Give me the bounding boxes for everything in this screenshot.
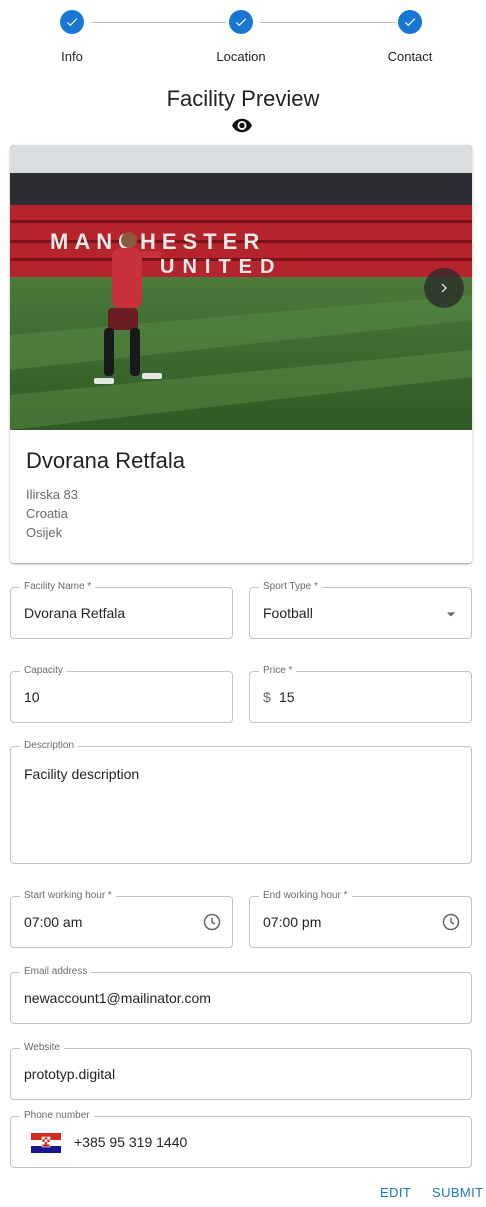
check-icon (398, 10, 422, 34)
field-value: 07:00 am (24, 914, 83, 930)
field-value: Football (263, 605, 313, 621)
clock-icon[interactable] (441, 912, 461, 932)
field-value: 10 (24, 689, 40, 705)
step-label: Contact (387, 49, 433, 64)
eye-icon[interactable] (231, 116, 253, 134)
address-country: Croatia (26, 506, 68, 521)
page-title: Facility Preview (166, 86, 320, 111)
facility-address: Ilirska 83 Croatia Osijek (26, 485, 78, 542)
currency-adornment: $ (263, 689, 271, 705)
croatia-flag-icon[interactable] (31, 1133, 61, 1153)
field-label: Description (20, 740, 79, 752)
check-icon (60, 10, 84, 34)
carousel-next-button[interactable] (424, 268, 464, 308)
field-value: Dvorana Retfala (24, 605, 126, 621)
arrow-drop-down-icon (446, 612, 456, 617)
end-hour-field[interactable]: End working hour * 07:00 pm (249, 890, 472, 948)
field-label: Capacity (20, 665, 67, 677)
address-city: Osijek (26, 525, 63, 540)
chevron-right-icon (441, 283, 447, 293)
start-hour-field[interactable]: Start working hour * 07:00 am (10, 890, 233, 948)
edit-button[interactable]: EDIT (380, 1185, 411, 1200)
facility-name-field[interactable]: Facility Name * Dvorana Retfala (10, 581, 233, 639)
capacity-field[interactable]: Capacity 10 (10, 665, 233, 723)
field-value: prototyp.digital (24, 1066, 116, 1082)
facility-title: Dvorana Retfala (26, 448, 185, 473)
email-field[interactable]: Email address newaccount1@mailinator.com (10, 966, 472, 1024)
step-location[interactable]: Location (181, 10, 301, 64)
address-street: Ilirska 83 (26, 487, 79, 502)
field-value: 15 (279, 689, 295, 705)
step-info[interactable]: Info (12, 10, 132, 64)
website-field[interactable]: Website prototyp.digital (10, 1042, 472, 1100)
facility-preview-card: MANCHESTER UNITED Dvorana Retfala Ilirsk… (10, 145, 472, 563)
facility-photo: MANCHESTER UNITED (10, 145, 472, 430)
field-label: Phone number (20, 1110, 94, 1122)
sport-type-select[interactable]: Sport Type * Football (249, 581, 472, 639)
stepper: Info Location Contact (0, 0, 486, 75)
field-label: Sport Type * (259, 581, 322, 593)
svg-text:MANCHESTER: MANCHESTER (50, 229, 265, 254)
step-label: Info (61, 49, 83, 64)
price-field[interactable]: Price * $ 15 (249, 665, 472, 723)
field-label: Start working hour * (20, 890, 116, 902)
field-label: Website (20, 1042, 64, 1054)
step-contact[interactable]: Contact (350, 10, 470, 64)
description-field[interactable]: Description Facility description (10, 740, 472, 864)
field-label: End working hour * (259, 890, 352, 902)
step-label: Location (216, 49, 266, 64)
phone-value: +385 95 319 1440 (74, 1134, 188, 1150)
field-label: Email address (20, 966, 92, 978)
field-value: Facility description (24, 766, 140, 782)
field-value: 07:00 pm (263, 914, 322, 930)
phone-field[interactable]: Phone number +385 95 319 1440 (10, 1110, 472, 1168)
field-label: Price * (259, 665, 297, 677)
clock-icon[interactable] (202, 912, 222, 932)
check-icon (229, 10, 253, 34)
field-label: Facility Name * (20, 581, 96, 593)
field-value: newaccount1@mailinator.com (24, 990, 211, 1006)
svg-text:UNITED: UNITED (160, 256, 282, 278)
submit-button[interactable]: SUBMIT (432, 1185, 484, 1200)
